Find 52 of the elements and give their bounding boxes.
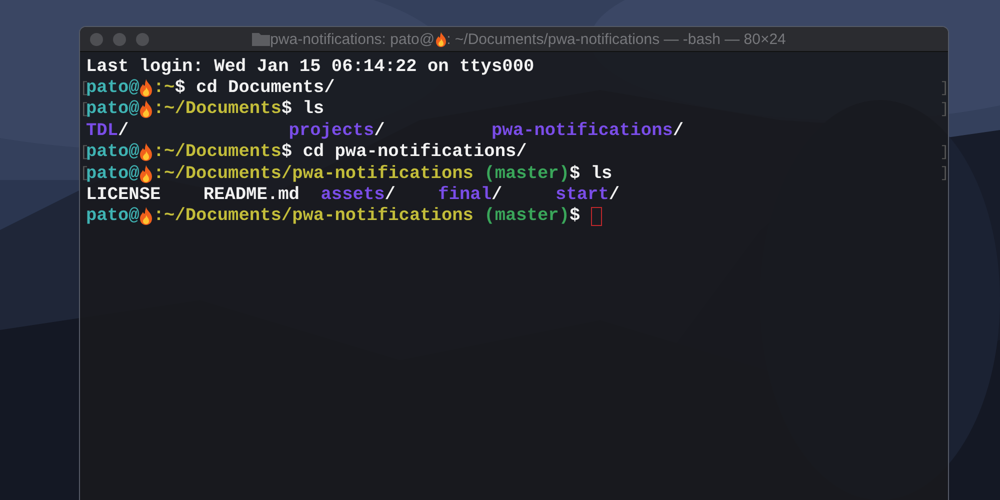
flame-icon <box>139 164 154 183</box>
prompt-user: pato@ <box>86 164 140 184</box>
window-title: : ~/Documents/pwa-notifications — -bash — 80×24 <box>446 30 786 48</box>
terminal-text: / <box>374 120 386 141</box>
terminal-text: $ cd Documents/ <box>174 78 335 98</box>
line-mark: [ <box>80 80 86 97</box>
terminal-text: $ ls <box>570 164 612 184</box>
prompt-user: pato@ <box>86 206 140 226</box>
terminal-text: Last login: Wed Jan 15 06:14:22 on ttys000 <box>86 56 534 77</box>
flame-icon <box>139 143 154 162</box>
flame-icon <box>434 32 447 46</box>
terminal-text: $ cd pwa-notifications/ <box>281 142 527 162</box>
line-mark: [ <box>80 100 86 118</box>
directory-name: TDL <box>86 120 118 141</box>
git-branch: (master) <box>483 164 570 184</box>
terminal-text: / <box>672 120 684 141</box>
prompt-path: :~/Documents <box>153 99 282 120</box>
git-branch: (master) <box>483 206 570 226</box>
prompt-user: pato@ <box>86 78 140 98</box>
line-mark: ] <box>940 165 946 182</box>
prompt-path: :~/Documents <box>153 142 282 162</box>
close-button[interactable] <box>90 32 103 46</box>
terminal-text: / <box>118 120 130 141</box>
terminal-text: / <box>384 185 396 206</box>
directory-name: final <box>438 185 492 206</box>
line-mark: [ <box>80 144 86 161</box>
prompt-path: :~/Documents/pwa-notifications <box>153 206 474 226</box>
flame-icon <box>139 207 154 226</box>
line-mark: ] <box>940 144 946 161</box>
prompt-user: pato@ <box>86 99 140 120</box>
flame-icon <box>139 79 154 98</box>
minimize-button[interactable] <box>113 32 126 46</box>
folder-icon <box>252 32 270 46</box>
terminal-text: $ ls <box>281 99 324 120</box>
prompt-path: :~/Documents/pwa-notifications <box>153 164 474 184</box>
line-mark: ] <box>940 80 946 97</box>
prompt-path: :~ <box>153 78 175 98</box>
flame-icon <box>139 100 154 118</box>
directory-name: projects <box>288 120 374 141</box>
directory-name: pwa-notifications <box>492 120 673 141</box>
line-mark: [ <box>80 165 86 182</box>
line-mark: ] <box>940 100 946 118</box>
terminal-text: / <box>492 185 504 206</box>
directory-name: assets <box>320 185 385 206</box>
text-cursor <box>590 206 602 226</box>
terminal-text: LICENSE README.md <box>86 185 300 206</box>
directory-name: start <box>556 185 609 206</box>
terminal-text: $ <box>570 206 582 226</box>
window-title: pwa-notifications: pato@ <box>270 30 435 48</box>
terminal-text: / <box>608 185 620 206</box>
zoom-button[interactable] <box>136 32 149 46</box>
prompt-user: pato@ <box>86 142 140 162</box>
